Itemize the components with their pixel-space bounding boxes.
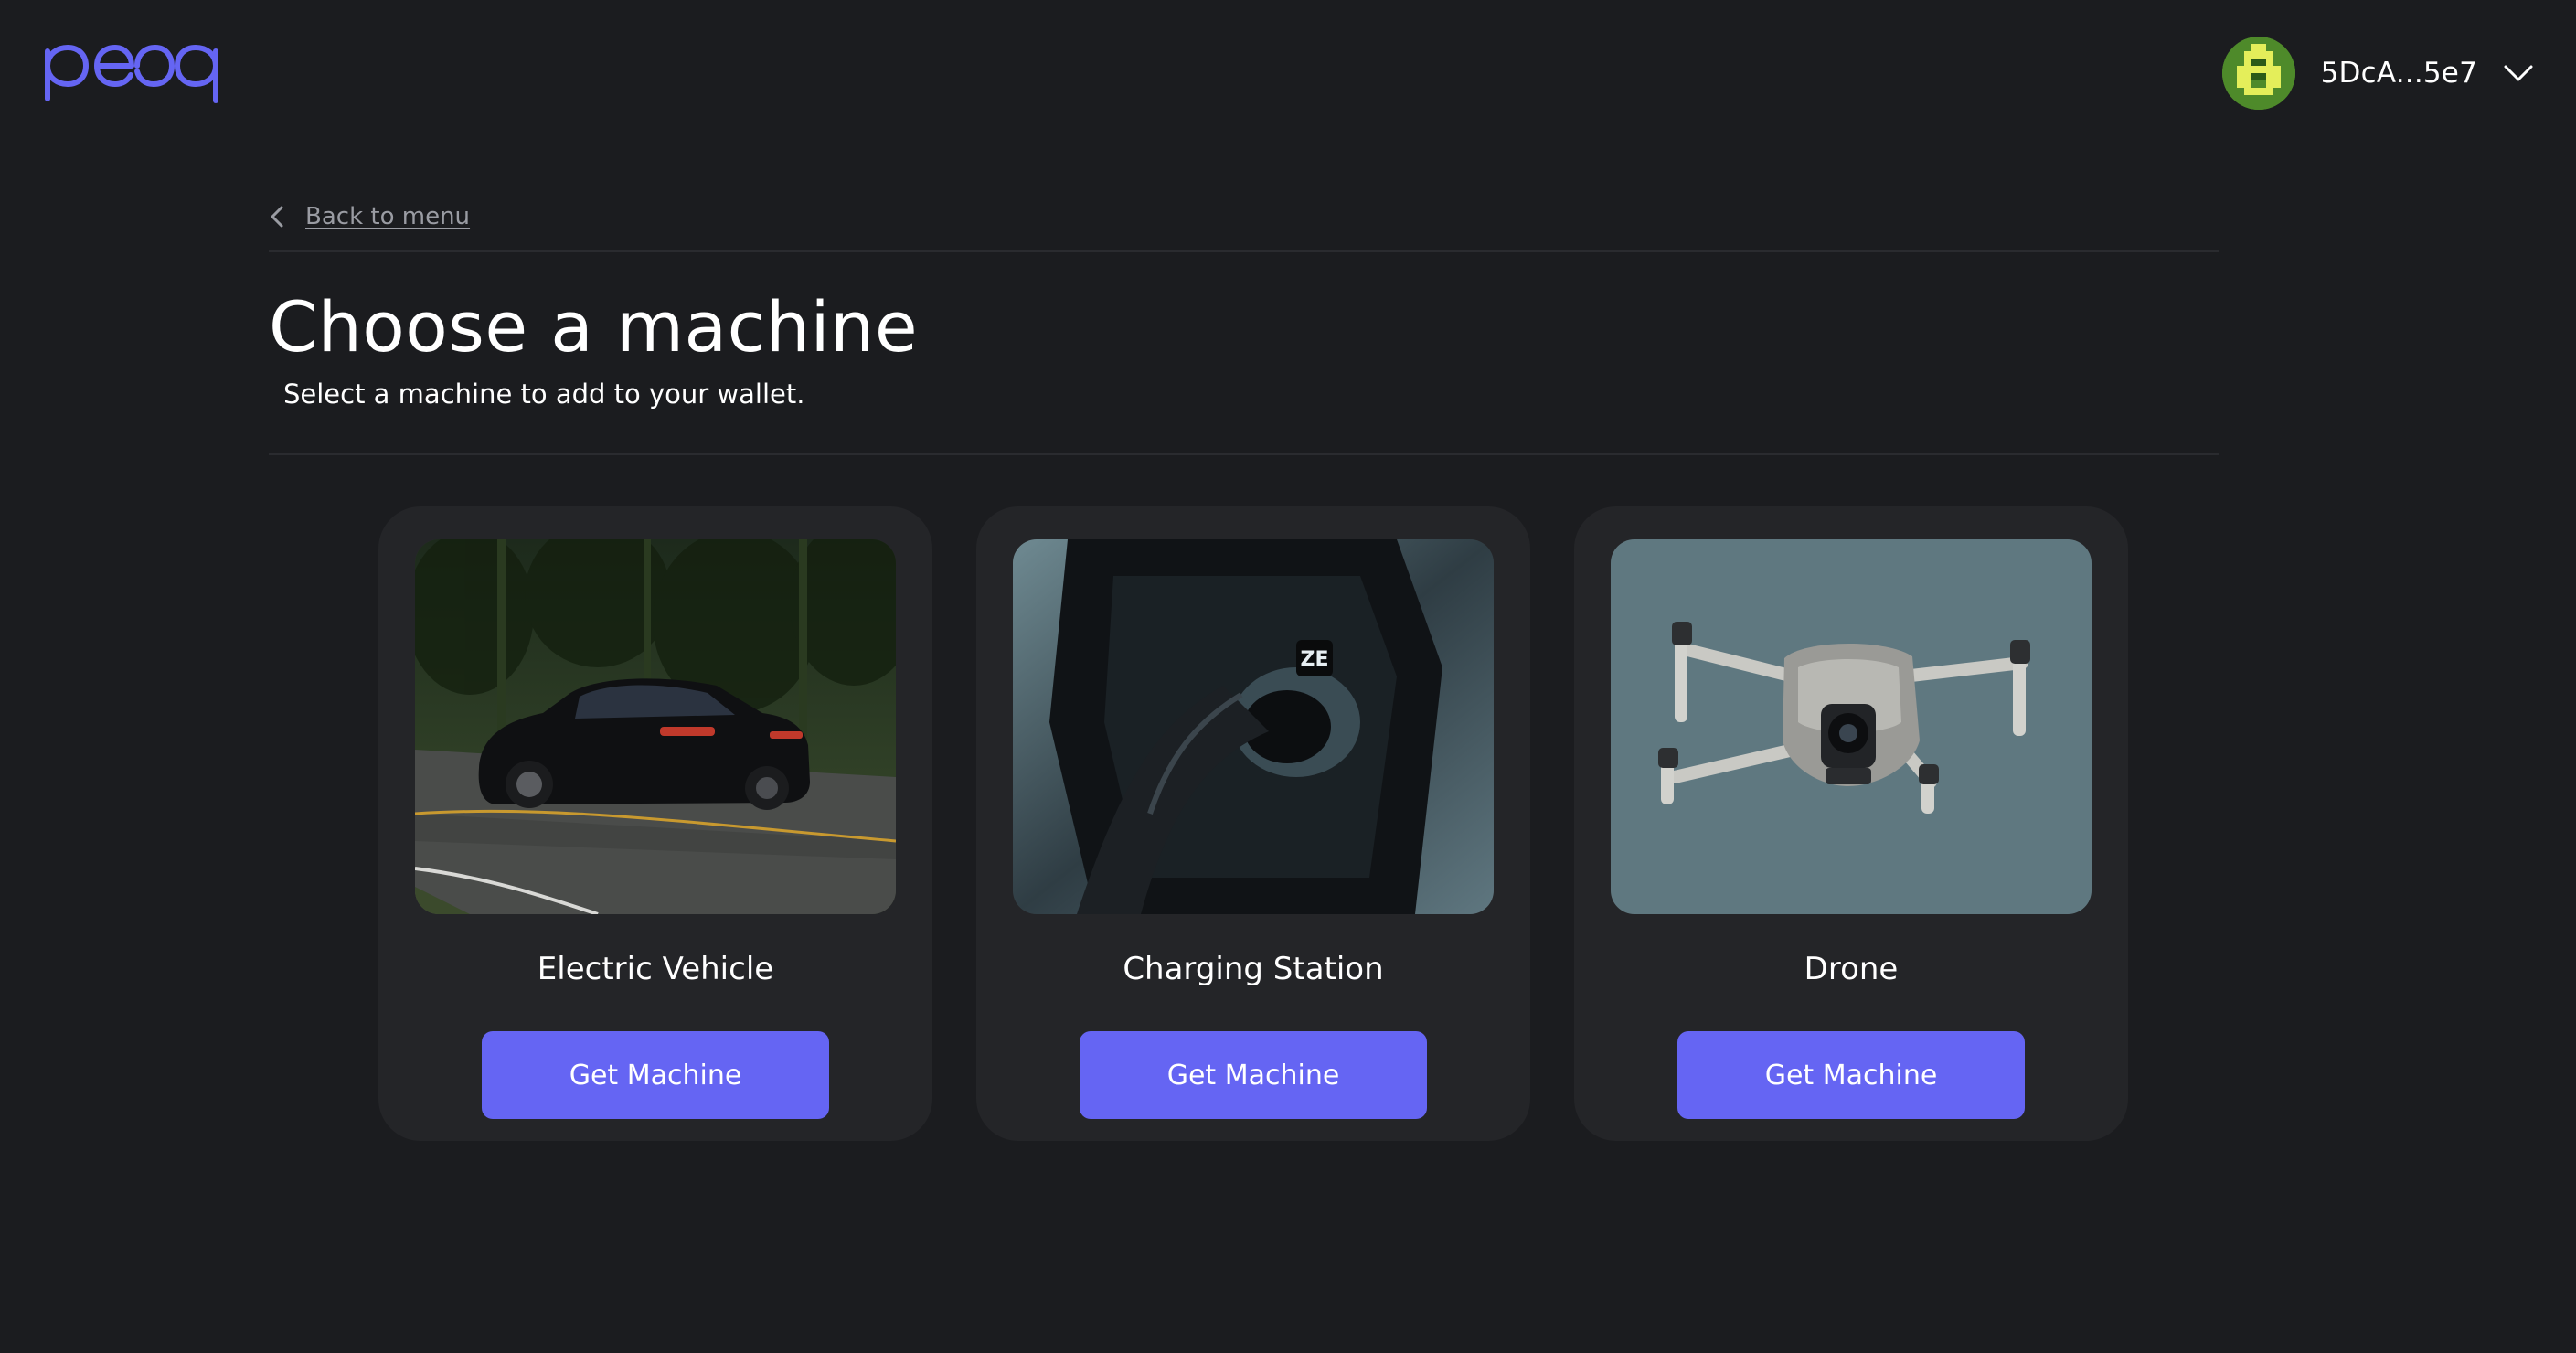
machine-name: Charging Station bbox=[1123, 951, 1384, 987]
machine-cards: Electric Vehicle Get Machine ZE Charging… bbox=[378, 506, 2128, 1141]
electric-vehicle-image bbox=[415, 539, 896, 914]
page: 5DcA...5e7 Back to menu Choose a machine… bbox=[0, 0, 2576, 1353]
page-subtitle: Select a machine to add to your wallet. bbox=[283, 378, 805, 410]
get-machine-button[interactable]: Get Machine bbox=[1677, 1031, 2025, 1119]
svg-text:ZE: ZE bbox=[1301, 648, 1329, 671]
back-to-menu-link[interactable]: Back to menu bbox=[269, 183, 2219, 250]
charging-station-image: ZE bbox=[1013, 539, 1494, 914]
divider bbox=[269, 453, 2219, 455]
get-machine-button[interactable]: Get Machine bbox=[482, 1031, 829, 1119]
content: Back to menu Choose a machine Select a m… bbox=[269, 183, 2219, 455]
back-link-label: Back to menu bbox=[305, 203, 471, 230]
machine-name: Electric Vehicle bbox=[537, 951, 774, 987]
machine-card-electric-vehicle: Electric Vehicle Get Machine bbox=[378, 506, 932, 1141]
account-menu[interactable]: 5DcA...5e7 bbox=[2221, 35, 2534, 112]
wallet-address: 5DcA...5e7 bbox=[2320, 57, 2477, 90]
drone-image bbox=[1611, 539, 2092, 914]
peaq-logo[interactable] bbox=[42, 35, 225, 108]
chevron-left-icon bbox=[271, 206, 283, 228]
page-title: Choose a machine bbox=[269, 286, 919, 368]
chevron-down-icon bbox=[2504, 65, 2533, 81]
divider bbox=[269, 250, 2219, 252]
get-machine-button[interactable]: Get Machine bbox=[1080, 1031, 1427, 1119]
machine-name: Drone bbox=[1804, 951, 1899, 987]
machine-card-drone: Drone Get Machine bbox=[1574, 506, 2128, 1141]
machine-card-charging-station: ZE Charging Station Get Machine bbox=[976, 506, 1530, 1141]
avatar bbox=[2221, 37, 2295, 110]
